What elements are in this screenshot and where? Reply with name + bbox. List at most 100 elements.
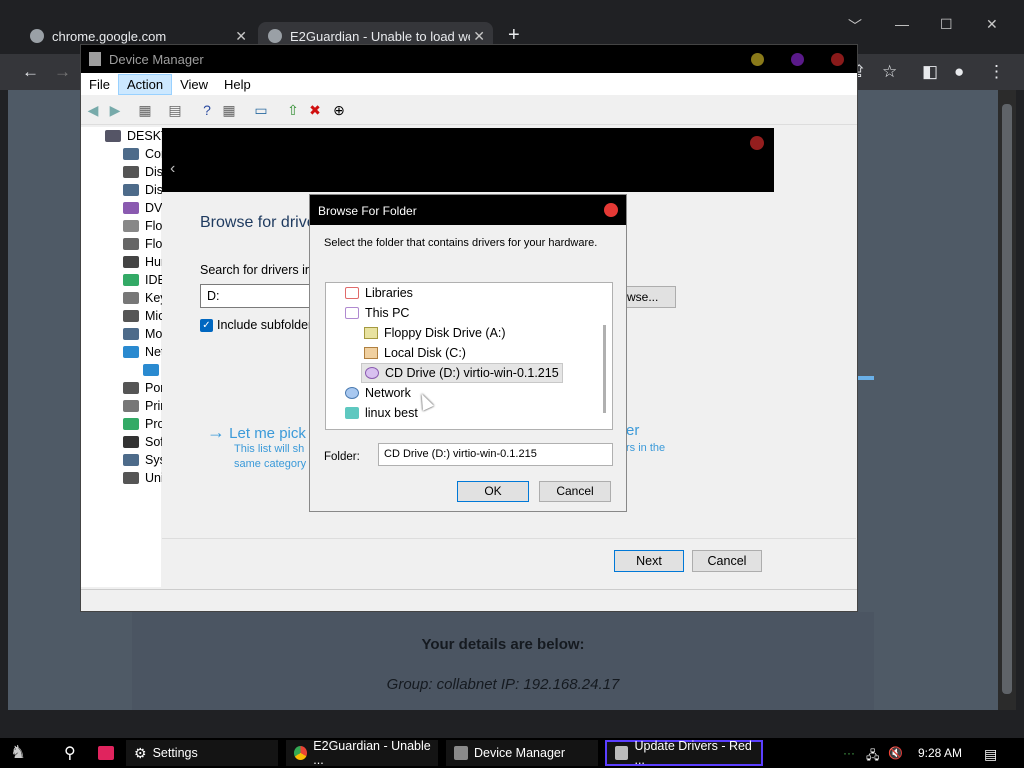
device-manager-app-icon xyxy=(89,52,101,66)
tree-item[interactable]: Key xyxy=(123,289,167,307)
include-subfolders-checkbox[interactable]: ✓ Include subfolder xyxy=(200,318,312,332)
tab-label: chrome.google.com xyxy=(52,28,167,44)
menu-file[interactable]: File xyxy=(81,75,118,94)
list-icon[interactable]: ▤ xyxy=(167,103,183,117)
bookmark-star-icon[interactable]: ☆ xyxy=(882,62,897,82)
side-panel-icon[interactable]: ◧ xyxy=(922,62,938,82)
network-icon xyxy=(345,387,359,399)
floppy-icon xyxy=(123,220,139,232)
wizard-heading: Browse for drive xyxy=(200,214,316,231)
folder-tree: Libraries This PC Floppy Disk Drive (A:)… xyxy=(325,282,613,430)
network-tray-icon[interactable]: 🖧 xyxy=(866,746,879,767)
dialog-cancel-button[interactable]: Cancel xyxy=(539,481,611,502)
wizard-header: ‹ xyxy=(162,128,774,192)
search-icon[interactable]: ⚲ xyxy=(64,743,76,763)
keyboard-icon xyxy=(123,292,139,304)
tree-node-cd-drive[interactable]: CD Drive (D:) virtio-win-0.1.215 xyxy=(361,363,563,383)
minimize-dot-icon[interactable] xyxy=(751,53,764,66)
maximize-button[interactable]: ☐ xyxy=(940,16,953,33)
taskbar-item-chrome[interactable]: E2Guardian - Unable ... xyxy=(286,739,438,767)
computer-icon xyxy=(105,130,121,142)
tab-label: E2Guardian - Unable to load web xyxy=(290,28,470,44)
pick-title-tail: er xyxy=(626,422,640,439)
update-driver-icon[interactable]: ⇧ xyxy=(285,103,301,117)
menu-view[interactable]: View xyxy=(172,75,216,94)
scan-hardware-icon[interactable]: ▭ xyxy=(253,103,269,117)
tree-node-floppy[interactable]: Floppy Disk Drive (A:) xyxy=(361,323,509,343)
tree-node-libraries[interactable]: Libraries xyxy=(342,283,416,303)
back-icon[interactable]: ◀ xyxy=(85,103,101,117)
tree-item[interactable]: Por xyxy=(123,379,164,397)
right-arrow-icon: → xyxy=(207,422,225,442)
view-icon[interactable]: ▦ xyxy=(221,103,237,117)
file-manager-icon[interactable] xyxy=(98,746,114,760)
gear-icon: ⚙ xyxy=(134,744,147,761)
download-icon[interactable]: ⊕ xyxy=(331,103,347,117)
display-icon xyxy=(123,184,139,196)
tree-node-network[interactable]: Network xyxy=(342,383,414,403)
clock[interactable]: 9:28 AM xyxy=(918,746,962,760)
volume-muted-icon[interactable]: 🔇 xyxy=(888,746,903,760)
device-tree: DESKTO Cor Disk Disp DVD Flop Flop Hun I… xyxy=(81,127,178,587)
dialog-description: Select the folder that contains drivers … xyxy=(324,237,598,249)
forward-icon[interactable]: ▶ xyxy=(107,103,123,117)
tree-node-linux-best[interactable]: linux best xyxy=(342,403,421,423)
port-icon xyxy=(123,382,139,394)
path-input[interactable]: D: xyxy=(200,284,320,308)
next-button[interactable]: Next xyxy=(614,550,684,572)
help-icon[interactable]: ? xyxy=(199,103,215,117)
minimize-button[interactable]: — xyxy=(895,16,909,32)
ok-button[interactable]: OK xyxy=(457,481,529,502)
tree-item[interactable]: Uni xyxy=(123,469,164,487)
close-icon[interactable] xyxy=(604,203,618,217)
uninstall-icon[interactable]: ✖ xyxy=(307,103,323,117)
profile-icon[interactable]: ● xyxy=(954,62,964,82)
folder-field[interactable]: CD Drive (D:) virtio-win-0.1.215 xyxy=(378,443,613,466)
maximize-dot-icon[interactable] xyxy=(791,53,804,66)
notifications-icon[interactable]: ▤ xyxy=(984,746,997,763)
tab-close-icon[interactable]: ✕ xyxy=(473,28,485,45)
tab-search-icon[interactable]: ﹀ xyxy=(848,16,862,36)
chrome-icon xyxy=(294,746,308,760)
dragon-logo-icon[interactable]: ♞ xyxy=(10,742,26,763)
tree-node-this-pc[interactable]: This PC xyxy=(342,303,412,323)
processor-icon xyxy=(123,418,139,430)
tree-item[interactable]: Soft xyxy=(123,433,167,451)
tree-item[interactable]: Mic xyxy=(123,307,164,325)
back-chevron-icon[interactable]: ‹ xyxy=(170,160,175,178)
folder-label: Folder: xyxy=(324,451,360,463)
menu-help[interactable]: Help xyxy=(216,75,259,94)
status-bar xyxy=(81,589,857,611)
search-label: Search for drivers in t xyxy=(200,263,319,277)
close-dot-icon[interactable] xyxy=(831,53,844,66)
cancel-button[interactable]: Cancel xyxy=(692,550,762,572)
tree-item[interactable]: IDE xyxy=(123,271,166,289)
wizard-close-icon[interactable] xyxy=(750,136,764,150)
tree-node-local-disk[interactable]: Local Disk (C:) xyxy=(361,343,469,363)
tree-item[interactable]: Net xyxy=(123,343,164,361)
browse-button[interactable]: wse... xyxy=(624,286,676,308)
forward-arrow-icon[interactable]: → xyxy=(54,62,71,82)
tree-scrollbar[interactable] xyxy=(603,325,606,413)
dvd-icon xyxy=(123,202,139,214)
pick-description-tail: rs in the xyxy=(626,442,666,454)
tree-item[interactable]: Mo xyxy=(123,325,162,343)
tree-item[interactable]: Pro xyxy=(123,415,164,433)
disk-icon xyxy=(123,166,139,178)
tab-close-icon[interactable]: ✕ xyxy=(235,28,247,45)
properties-icon[interactable]: ▦ xyxy=(137,103,153,117)
taskbar-item-update-drivers[interactable]: Update Drivers - Red ... xyxy=(605,739,763,767)
taskbar-item-settings[interactable]: ⚙ Settings xyxy=(126,740,278,766)
menu-action[interactable]: Action xyxy=(117,73,173,95)
tray-overflow-icon[interactable]: ··· xyxy=(843,746,855,760)
close-window-button[interactable]: ✕ xyxy=(986,16,998,33)
let-me-pick-link[interactable]: → Let me pick xyxy=(207,422,306,443)
tree-item[interactable]: Cor xyxy=(123,145,165,163)
device-manager-titlebar: Device Manager xyxy=(81,45,857,73)
details-line: Group: collabnet IP: 192.168.24.17 xyxy=(386,676,620,693)
taskbar-item-device-manager[interactable]: Device Manager xyxy=(446,740,598,766)
back-arrow-icon[interactable]: ← xyxy=(22,62,39,82)
tree-item[interactable]: Prir xyxy=(123,397,164,415)
menu-kebab-icon[interactable]: ⋮ xyxy=(988,62,1005,82)
page-scrollbar[interactable] xyxy=(998,90,1016,710)
